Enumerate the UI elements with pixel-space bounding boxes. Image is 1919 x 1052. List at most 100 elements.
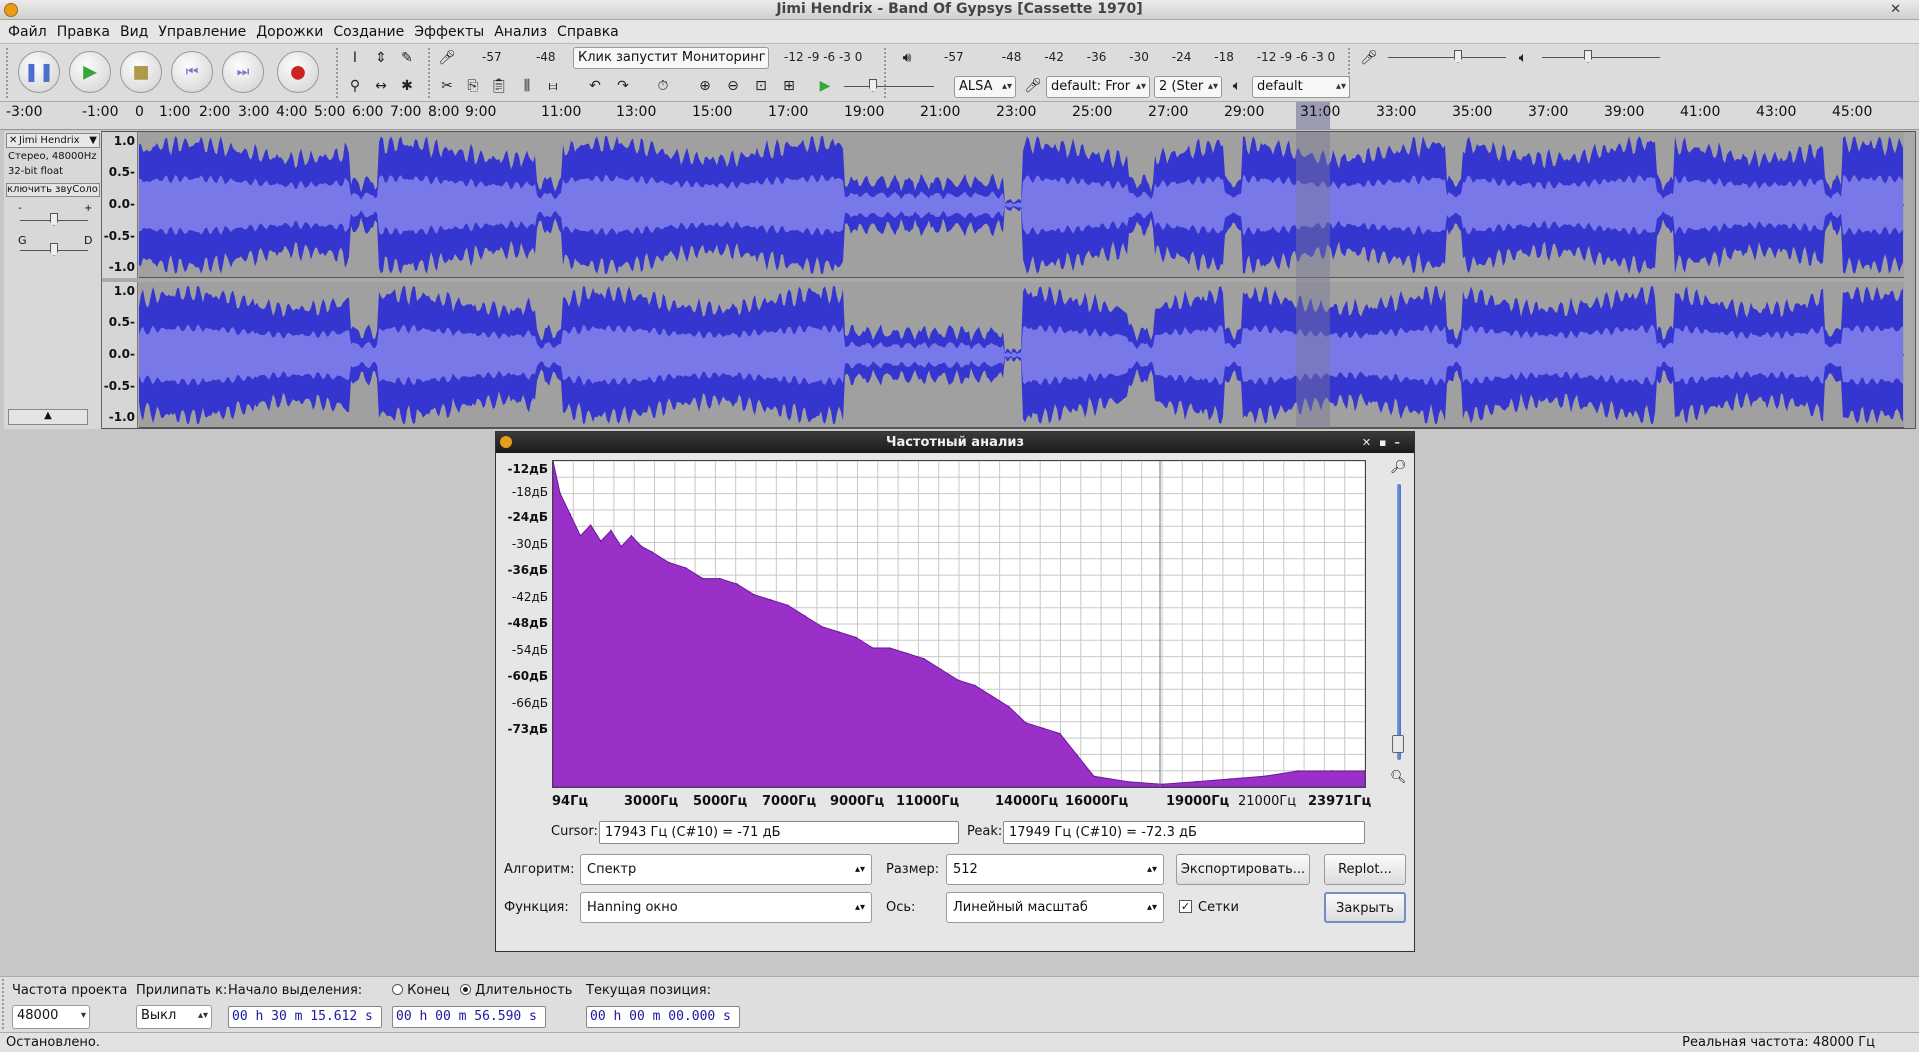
play-meter-scale: -57 -48 -42 -36 -30 -24 -18 -12 -9 -6 -3… bbox=[944, 50, 1336, 64]
fit-project-icon[interactable]: ⊞ bbox=[778, 75, 800, 97]
audio-position-time[interactable]: 00 h 00 m 00.000 s bbox=[586, 1006, 740, 1028]
envelope-tool-icon[interactable]: ⇕ bbox=[370, 47, 392, 69]
export-button[interactable]: Экспортировать... bbox=[1176, 854, 1310, 885]
zoom-in-icon[interactable]: ⊕ bbox=[694, 75, 716, 97]
silence-icon[interactable]: ⧦ bbox=[542, 75, 564, 97]
spectrum-point bbox=[889, 647, 891, 649]
grids-label: Сетки bbox=[1198, 900, 1239, 915]
spectrum-point bbox=[1008, 706, 1010, 708]
selection-start-time[interactable]: 00 h 30 m 15.612 s bbox=[228, 1006, 382, 1028]
play-at-speed-icon[interactable]: ▶ bbox=[814, 75, 836, 97]
playback-volume-slider[interactable] bbox=[1542, 46, 1660, 68]
end-radio-option[interactable]: Конец bbox=[392, 983, 450, 998]
record-button[interactable]: ● bbox=[277, 51, 319, 93]
track-gain-slider[interactable] bbox=[20, 209, 88, 231]
length-radio-option[interactable]: Длительность bbox=[460, 983, 572, 998]
ruler-tick: 43:00 bbox=[1756, 104, 1797, 120]
track-close-icon[interactable]: ✕ bbox=[9, 134, 17, 147]
project-rate-select[interactable]: 48000 ▾ bbox=[12, 1005, 90, 1029]
zoom-out-icon[interactable]: ⊖ bbox=[722, 75, 744, 97]
algorithm-select[interactable]: Спектр ▴▾ bbox=[580, 854, 872, 885]
app-icon bbox=[4, 3, 18, 17]
vertical-zoom-slider[interactable]: 🔎︎ 🔍︎ bbox=[1389, 460, 1409, 790]
recording-device-select[interactable]: default: Fror ▴▾ bbox=[1046, 76, 1150, 98]
playback-device-select[interactable]: default ▴▾ bbox=[1252, 76, 1350, 98]
sync-lock-icon[interactable]: ⏱ bbox=[652, 75, 674, 97]
record-meter-monitor-hint[interactable]: Клик запустит Мониторинг bbox=[573, 47, 769, 69]
skip-start-button[interactable]: ⏮ bbox=[171, 51, 213, 93]
menu-view[interactable]: Вид bbox=[118, 20, 156, 43]
zoom-in-icon[interactable]: 🔎︎ bbox=[1390, 460, 1407, 475]
record-meter-mic-icon[interactable]: 🎤︎ bbox=[436, 47, 458, 69]
audio-host-select[interactable]: ALSA ▴▾ bbox=[954, 76, 1016, 98]
cursor-readout-field: 17943 Гц (C#10) = -71 дБ bbox=[599, 821, 959, 844]
menu-file[interactable]: Файл bbox=[6, 20, 55, 43]
size-select[interactable]: 512 ▴▾ bbox=[946, 854, 1164, 885]
menu-transport[interactable]: Управление bbox=[156, 20, 254, 43]
window-function-select[interactable]: Hanning окно ▴▾ bbox=[580, 892, 872, 923]
play-speed-slider[interactable] bbox=[844, 75, 934, 97]
track-name-menu[interactable]: ✕ Jimi Hendrix ▼ bbox=[6, 133, 100, 148]
undo-icon[interactable]: ↶ bbox=[584, 75, 606, 97]
waveform-left-channel[interactable] bbox=[139, 132, 1904, 278]
spectrum-point bbox=[559, 492, 561, 494]
ruler-tick: 0 bbox=[135, 104, 144, 120]
spectrum-point bbox=[589, 524, 592, 526]
timeshift-tool-icon[interactable]: ↔ bbox=[370, 75, 392, 97]
menu-effects[interactable]: Эффекты bbox=[412, 20, 492, 43]
dialog-titlebar[interactable]: Частотный анализ ✕▪– bbox=[496, 432, 1414, 453]
selection-tool-icon[interactable]: I bbox=[344, 47, 366, 69]
axis-scale-select[interactable]: Линейный масштаб ▴▾ bbox=[946, 892, 1164, 923]
fit-selection-icon[interactable]: ⊡ bbox=[750, 75, 772, 97]
multi-tool-icon[interactable]: ✱ bbox=[396, 75, 418, 97]
copy-icon[interactable]: ⎘ bbox=[462, 75, 484, 97]
length-radio[interactable] bbox=[460, 984, 471, 995]
redo-icon[interactable]: ↷ bbox=[612, 75, 634, 97]
collapse-track-button[interactable]: ▲ bbox=[8, 409, 88, 425]
waveform-right-channel[interactable] bbox=[139, 282, 1904, 428]
menu-generate[interactable]: Создание bbox=[331, 20, 412, 43]
spectrum-point bbox=[630, 535, 633, 537]
x-tick-label: 3000Гц bbox=[624, 794, 679, 809]
track-pan-slider[interactable] bbox=[20, 239, 88, 261]
toolbar-grip[interactable] bbox=[2, 979, 8, 1029]
end-radio[interactable] bbox=[392, 984, 403, 995]
cut-icon[interactable]: ✂ bbox=[436, 75, 458, 97]
stop-button[interactable]: ■ bbox=[120, 51, 162, 93]
draw-tool-icon[interactable]: ✎ bbox=[396, 47, 418, 69]
trim-icon[interactable]: ⫼ bbox=[516, 75, 538, 97]
replot-button[interactable]: Replot... bbox=[1324, 854, 1406, 885]
zoom-out-icon[interactable]: 🔍︎ bbox=[1390, 770, 1407, 785]
mute-solo-buttons[interactable]: ключить звуСоло bbox=[6, 183, 100, 197]
spectrum-point bbox=[651, 551, 653, 553]
ruler-tick: 41:00 bbox=[1680, 104, 1721, 120]
record-volume-slider[interactable] bbox=[1388, 46, 1506, 68]
menu-analyze[interactable]: Анализ bbox=[492, 20, 555, 43]
selection-length-time[interactable]: 00 h 00 m 56.590 s bbox=[392, 1006, 546, 1028]
menu-tracks[interactable]: Дорожки bbox=[254, 20, 331, 43]
snap-to-select[interactable]: Выкл ▴▾ bbox=[136, 1005, 212, 1029]
time-selection-region[interactable] bbox=[1296, 132, 1330, 428]
dialog-window-controls[interactable]: ✕▪– bbox=[1362, 432, 1408, 453]
recording-channels-select[interactable]: 2 (Ster ▴▾ bbox=[1154, 76, 1222, 98]
close-button[interactable]: Закрыть bbox=[1324, 892, 1406, 923]
toolbar-grip[interactable] bbox=[336, 48, 342, 98]
y-tick-label: -73дБ bbox=[507, 722, 548, 736]
ruler-tick: 6:00 bbox=[352, 104, 384, 120]
zoom-tool-icon[interactable]: ⚲ bbox=[344, 75, 366, 97]
toolbar-grip[interactable] bbox=[6, 48, 12, 98]
toolbar-grip[interactable] bbox=[428, 48, 434, 98]
grids-checkbox[interactable]: ✓ bbox=[1179, 900, 1192, 913]
timeline-ruler[interactable]: -3:00 -1:00 0 1:00 2:00 3:00 4:00 5:00 6… bbox=[0, 102, 1919, 130]
y-tick-label: -60дБ bbox=[507, 669, 548, 683]
play-meter-speaker-icon[interactable]: 🔊︎ bbox=[896, 47, 918, 69]
menu-edit[interactable]: Правка bbox=[55, 20, 118, 43]
window-controls[interactable]: ✕ bbox=[1890, 0, 1911, 19]
spectrum-plot[interactable] bbox=[552, 460, 1366, 788]
zoom-slider-thumb[interactable] bbox=[1392, 735, 1404, 753]
menu-help[interactable]: Справка bbox=[555, 20, 627, 43]
paste-icon[interactable]: 📋︎ bbox=[488, 75, 510, 97]
skip-end-button[interactable]: ⏭ bbox=[222, 51, 264, 93]
play-button[interactable]: ▶ bbox=[69, 51, 111, 93]
pause-button[interactable]: ❚❚ bbox=[18, 51, 60, 93]
